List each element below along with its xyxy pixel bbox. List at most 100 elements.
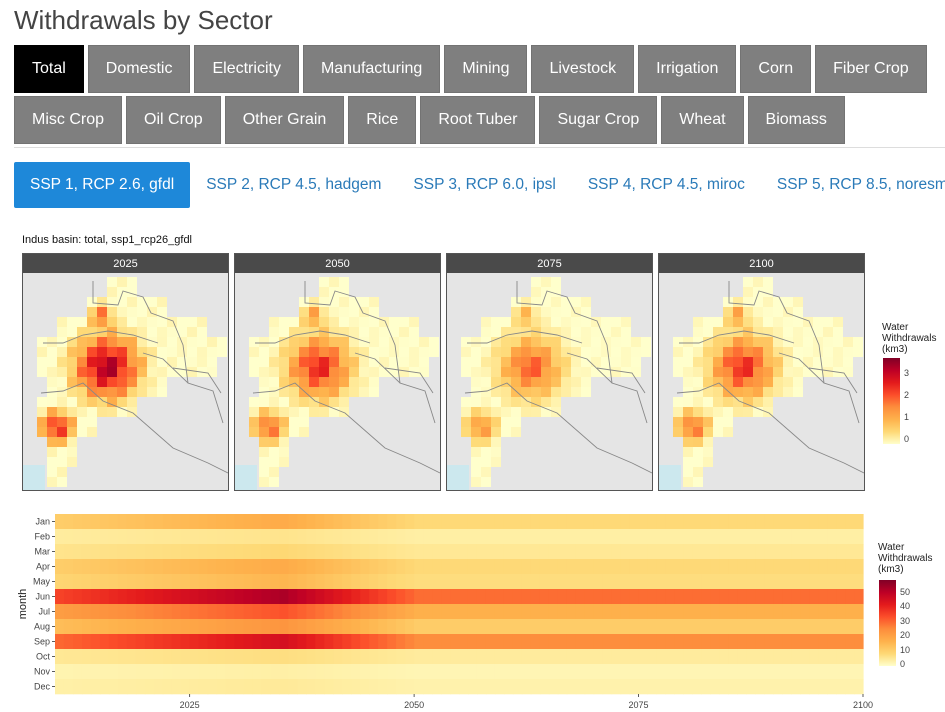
heatmap-cell [773,544,783,560]
heatmap-cell [656,574,667,590]
scenario-tab-4[interactable]: SSP 4, RCP 4.5, miroc [572,162,761,208]
heatmap-cell [710,664,720,680]
heatmap-cell [782,634,792,650]
heatmap-cell [225,679,236,695]
heatmap-cell [485,514,496,530]
sector-button-fiber-crop[interactable]: Fiber Crop [815,45,927,93]
sector-button-row-2: Misc Crop Oil Crop Other Grain Rice Root Tub… [14,96,845,144]
heatmap-cell [99,529,110,545]
heatmap-cell [225,574,236,590]
year-tick-label: 2050 [404,700,424,710]
heatmap-cell [261,529,272,545]
heatmap-cell [207,559,218,575]
heatmap-cell [575,514,586,530]
heatmap-cell [566,634,577,650]
sector-button-oil-crop[interactable]: Oil Crop [126,96,221,144]
heatmap-cell [683,679,694,695]
heatmap-cell [548,649,559,665]
heatmap-cell [701,634,711,650]
sector-button-sugar-crop[interactable]: Sugar Crop [539,96,658,144]
heatmap-cell [396,604,406,620]
sector-button-biomass[interactable]: Biomass [747,96,845,144]
sector-button-mining[interactable]: Mining [444,45,528,93]
heatmap-cell [378,664,388,680]
heatmap-cell [773,589,783,605]
heatmap-cell [396,529,406,545]
scenario-tab-3[interactable]: SSP 3, RCP 6.0, ipsl [397,162,571,208]
heatmap-cell [243,604,254,620]
heatmap-cell [791,634,801,650]
heatmap-cell [476,559,487,575]
heatmap-cell [180,574,191,590]
heatmap-cell [782,604,792,620]
heatmap-cell [333,589,343,605]
heatmap-cell [387,664,397,680]
heatmap-cell [638,664,649,680]
heatmap-cell [539,664,550,680]
legend-title-line: Water [882,322,909,333]
heatmap-cell [503,529,514,545]
heatmap-cell [324,679,334,695]
heatmap-cell [764,619,774,635]
heatmap-cell [315,514,325,530]
sector-button-misc-crop[interactable]: Misc Crop [14,96,123,144]
legend-tick: 2 [904,390,910,400]
sector-button-livestock[interactable]: Livestock [531,45,635,93]
heatmap-cell [441,514,451,530]
heatmap-cell [189,634,200,650]
heatmap-cell [530,634,541,650]
heatmap-cell [432,574,442,590]
heatmap-cell [55,589,65,605]
heatmap-cell [351,619,361,635]
heatmap-cell [270,634,281,650]
heatmap-cell [324,544,334,560]
heatmap-cell [827,589,837,605]
heatmap-cell [261,634,272,650]
heatmap-cell [485,544,496,560]
heatmap-cell [602,574,613,590]
heatmap-cell [521,604,532,620]
sector-button-rice[interactable]: Rice [348,96,417,144]
heatmap-cell [845,649,855,665]
sector-button-electricity[interactable]: Electricity [194,45,299,93]
heatmap-cell [683,529,694,545]
heatmap-cell [315,664,325,680]
scenario-tab-2[interactable]: SSP 2, RCP 4.5, hadgem [190,162,397,208]
sector-button-irrigation[interactable]: Irrigation [638,45,737,93]
heatmap-cell [423,604,433,620]
heatmap-cell [512,619,523,635]
heatmap-cell [854,544,864,560]
heatmap-cell [126,619,137,635]
heatmap-cells [55,514,864,695]
heatmap-cell [602,589,613,605]
heatmap-cell [153,559,164,575]
heatmap-cell [809,604,819,620]
heatmap-cell [126,559,137,575]
heatmap-cell [566,649,577,665]
legend-colorbar [883,358,900,444]
sector-button-total[interactable]: Total [14,45,84,93]
sector-button-manufacturing[interactable]: Manufacturing [302,45,441,93]
scenario-tab-5[interactable]: SSP 5, RCP 8.5, noresm [761,162,945,208]
heatmap-cell [459,634,469,650]
heatmap-cell [701,679,711,695]
heatmap-cell [683,544,694,560]
heatmap-cell [117,649,128,665]
sector-button-wheat[interactable]: Wheat [661,96,744,144]
heatmap-cell [162,619,173,635]
heatmap-cell [315,529,325,545]
heatmap-cell [539,619,550,635]
heatmap-cell [153,649,164,665]
heatmap-cell [737,664,747,680]
sector-button-corn[interactable]: Corn [740,45,812,93]
heatmap-cell [629,544,640,560]
sector-button-domestic[interactable]: Domestic [87,45,191,93]
heatmap-cell [755,559,765,575]
heatmap-cell [791,514,801,530]
heatmap-cell [117,514,128,530]
sector-button-root-tuber[interactable]: Root Tuber [420,96,536,144]
heatmap-cell [108,559,119,575]
scenario-tab-1[interactable]: SSP 1, RCP 2.6, gfdl [14,162,191,208]
sector-button-other-grain[interactable]: Other Grain [224,96,345,144]
heatmap-cell [279,559,290,575]
